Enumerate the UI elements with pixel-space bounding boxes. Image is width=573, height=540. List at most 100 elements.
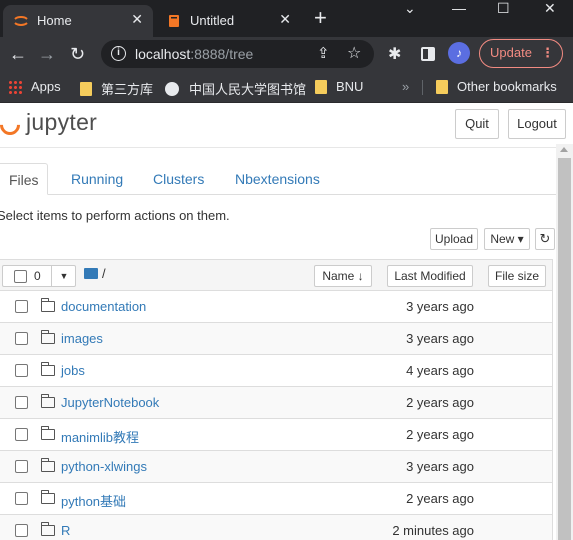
new-tab-button[interactable]: + <box>314 7 327 29</box>
folder-link[interactable]: jobs <box>61 363 85 378</box>
bookmark-apps[interactable]: Apps <box>8 79 61 94</box>
update-button[interactable]: Update ⋮ <box>479 39 563 68</box>
minimize-button[interactable]: — <box>452 0 466 16</box>
sort-name-button[interactable]: Name ↓ <box>314 265 372 287</box>
row-checkbox[interactable] <box>15 492 28 505</box>
window-close-button[interactable]: ✕ <box>544 0 556 17</box>
quit-button[interactable]: Quit <box>455 109 499 139</box>
folder-icon <box>41 522 55 536</box>
scrollbar[interactable] <box>556 144 573 540</box>
folder-link[interactable]: python-xlwings <box>61 459 147 474</box>
upload-button[interactable]: Upload <box>430 228 478 250</box>
chevron-down-icon[interactable]: ⌄ <box>404 0 416 17</box>
selected-count: 0 <box>34 269 41 283</box>
folder-icon <box>436 79 448 94</box>
last-modified: 4 years ago <box>406 363 474 378</box>
tab-nbextensions[interactable]: Nbextensions <box>235 163 320 195</box>
bookmarks-overflow-icon[interactable]: » <box>402 79 409 94</box>
logout-button[interactable]: Logout <box>508 109 566 139</box>
notebook-icon <box>169 15 179 27</box>
row-checkbox[interactable] <box>15 396 28 409</box>
list-item[interactable]: JupyterNotebook 2 years ago <box>0 387 553 419</box>
side-panel-icon[interactable] <box>421 47 435 61</box>
bookmark-label: Apps <box>31 79 61 94</box>
forward-arrow-icon[interactable]: → <box>38 43 56 65</box>
select-all-checkbox[interactable] <box>14 270 27 283</box>
sort-last-modified-button[interactable]: Last Modified <box>387 265 473 287</box>
back-arrow-icon[interactable]: ← <box>9 43 27 65</box>
extensions-puzzle-icon[interactable]: ✱ <box>388 44 401 64</box>
bookmarks-divider <box>422 80 423 95</box>
apps-grid-icon <box>8 79 22 94</box>
url-text[interactable]: localhost:8888/tree <box>135 46 253 62</box>
row-checkbox[interactable] <box>15 524 28 537</box>
tab-untitled[interactable]: Untitled ✕ <box>156 5 301 37</box>
list-item[interactable]: R 2 minutes ago <box>0 515 553 540</box>
select-all-control[interactable]: 0 ▼ <box>2 265 76 287</box>
last-modified: 2 years ago <box>406 491 474 506</box>
bookmark-ruc-library[interactable]: 中国人民大学图书馆 <box>165 79 306 98</box>
reload-icon[interactable]: ↻ <box>70 43 85 65</box>
other-bookmarks[interactable]: Other bookmarks <box>436 79 557 94</box>
select-dropdown-icon[interactable]: ▼ <box>51 266 76 286</box>
list-item[interactable]: documentation 3 years ago <box>0 291 553 323</box>
jupyter-logo[interactable]: jupyter <box>0 109 98 139</box>
site-info-icon[interactable]: i <box>111 46 126 61</box>
folder-icon <box>315 79 327 94</box>
folder-icon <box>80 81 92 96</box>
jupyter-tree-page: jupyter Quit Logout Files Running Cluste… <box>0 103 573 540</box>
tab-home[interactable]: Home ✕ <box>3 5 153 37</box>
selection-hint: Select items to perform actions on them. <box>0 208 230 223</box>
bookmarks-bar: Apps 第三方库 中国人民大学图书馆 BNU » Other bookmark… <box>0 71 573 103</box>
more-menu-icon[interactable]: ⋮ <box>541 40 554 66</box>
row-checkbox[interactable] <box>15 332 28 345</box>
scrollbar-thumb[interactable] <box>558 158 571 540</box>
list-item[interactable]: jobs 4 years ago <box>0 355 553 387</box>
refresh-button[interactable]: ↻ <box>535 228 555 250</box>
bookmark-folder-1[interactable]: 第三方库 <box>80 79 153 98</box>
profile-avatar[interactable]: ♪ <box>448 42 470 64</box>
row-checkbox[interactable] <box>15 300 28 313</box>
folder-link[interactable]: R <box>61 523 70 538</box>
jupyter-logo-icon <box>0 110 25 139</box>
new-dropdown-button[interactable]: New ▾ <box>484 228 530 250</box>
folder-link[interactable]: python基础 <box>61 491 126 510</box>
tab-close-icon[interactable]: ✕ <box>279 11 291 28</box>
row-checkbox[interactable] <box>15 428 28 441</box>
bookmark-star-icon[interactable]: ☆ <box>347 43 361 63</box>
bookmark-label: BNU <box>336 79 364 94</box>
list-item[interactable]: images 3 years ago <box>0 323 553 355</box>
tab-clusters[interactable]: Clusters <box>153 163 204 195</box>
scroll-up-icon[interactable] <box>560 147 568 152</box>
sort-file-size-button[interactable]: File size <box>488 265 546 287</box>
tab-close-icon[interactable]: ✕ <box>131 11 143 28</box>
last-modified: 2 minutes ago <box>392 523 474 538</box>
list-item[interactable]: python-xlwings 3 years ago <box>0 451 553 483</box>
folder-icon <box>41 298 55 312</box>
update-label: Update <box>490 45 532 60</box>
browser-tab-bar: Home ✕ Untitled ✕ + ⌄ — ☐ ✕ <box>0 0 573 37</box>
bookmark-bnu[interactable]: BNU <box>315 79 363 94</box>
tab-title: Untitled <box>190 13 235 28</box>
logo-text: jupyter <box>26 109 98 135</box>
list-item[interactable]: manimlib教程 2 years ago <box>0 419 553 451</box>
tab-files[interactable]: Files <box>0 163 48 195</box>
list-item[interactable]: python基础 2 years ago <box>0 483 553 515</box>
folder-link[interactable]: manimlib教程 <box>61 427 139 446</box>
folder-link[interactable]: images <box>61 331 103 346</box>
tab-running[interactable]: Running <box>71 163 123 195</box>
address-bar[interactable]: i localhost:8888/tree ⇪ ☆ <box>101 40 374 68</box>
jupyter-favicon-icon <box>14 16 28 26</box>
row-checkbox[interactable] <box>15 364 28 377</box>
folder-icon[interactable] <box>84 268 98 279</box>
share-icon[interactable]: ⇪ <box>317 44 330 62</box>
folder-link[interactable]: documentation <box>61 299 146 314</box>
globe-icon <box>165 81 179 96</box>
last-modified: 2 years ago <box>406 427 474 442</box>
row-checkbox[interactable] <box>15 460 28 473</box>
folder-link[interactable]: JupyterNotebook <box>61 395 159 410</box>
breadcrumb[interactable]: / <box>102 266 106 281</box>
bookmark-label: Other bookmarks <box>457 79 557 94</box>
folder-icon <box>41 458 55 472</box>
maximize-button[interactable]: ☐ <box>497 0 510 17</box>
